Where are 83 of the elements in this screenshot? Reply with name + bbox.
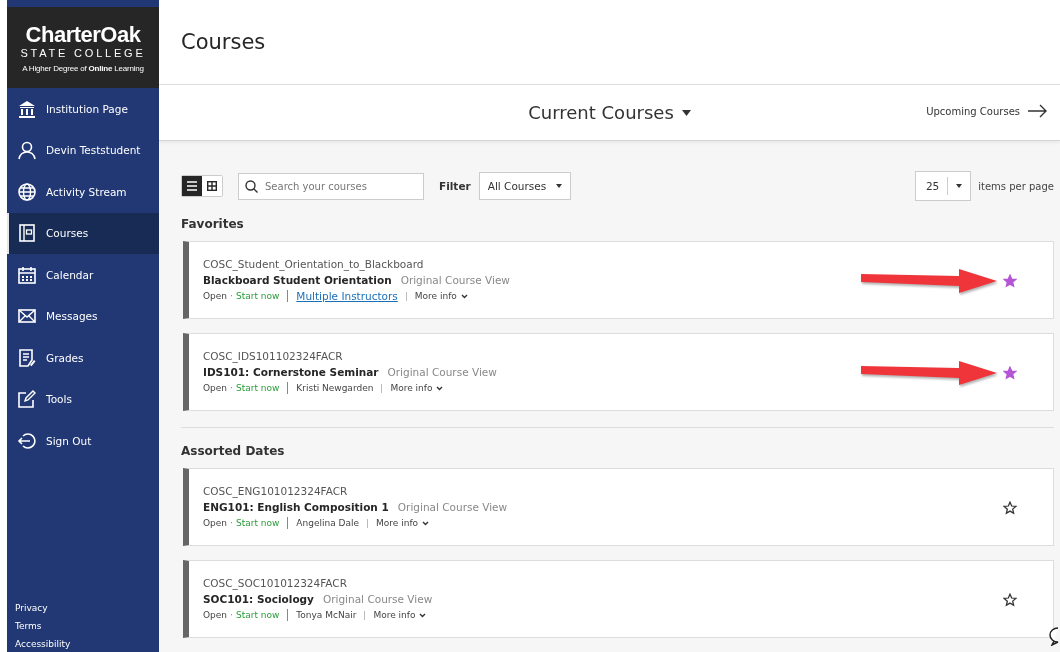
edit-icon [17,389,37,410]
sidebar-item[interactable]: Tools [7,378,159,420]
chevron-down-icon [460,293,468,299]
chevron-down-icon [422,520,430,526]
list-view-icon [187,181,197,191]
course-name: Blackboard Student Orientation [203,274,392,286]
page-title: Courses [181,30,266,55]
view-toggle[interactable] [182,176,202,196]
caret-icon [956,184,963,188]
course-name: IDS101: Cornerstone Seminar [203,366,379,378]
footer-link[interactable]: Terms [15,619,159,634]
favorite-star-icon[interactable] [1003,593,1017,607]
instructor-name: Kristi Newgarden [296,383,374,393]
search-field[interactable]: Search your courses [238,172,424,200]
caret-icon [681,109,691,116]
page-size-dropdown[interactable]: 25 [914,171,972,201]
course-id: COSC_ENG101012324FACR [203,485,349,497]
book-icon [17,223,37,244]
chevron-down-icon [436,385,444,391]
course-view-label: Original Course View [387,366,497,378]
course-view-label: Original Course View [400,274,510,286]
instructor-name: Angelina Dale [296,518,360,528]
start-now-link[interactable]: Start now [235,518,280,528]
course-id: COSC_Student_Orientation_to_Blackboard [203,258,425,270]
start-now-link[interactable]: Start now [235,291,280,301]
calendar-icon [17,264,37,285]
college-logo: CharterOak STATE COLLEGE A Higher Degree of Online Learning [7,7,159,88]
course-name: SOC101: Sociology [203,593,314,605]
chevron-down-icon [419,612,427,618]
globe-icon [17,181,37,202]
favorite-star-icon[interactable] [1003,274,1017,288]
course-name: ENG101: English Composition 1 [203,501,389,513]
course-status: Open [203,518,228,528]
sign-out-icon [17,430,37,451]
separator-dot: · [230,383,233,393]
term-dropdown[interactable]: Current Courses [528,102,691,124]
course-status: Open [203,383,228,393]
sidebar-item[interactable]: Courses [7,212,159,254]
section-heading: Assorted Dates [181,443,286,460]
favorite-star-icon[interactable] [1003,501,1017,515]
instructors-link[interactable]: Multiple Instructors [296,290,398,302]
course-card[interactable]: COSC_Student_Orientation_to_Blackboard Blackboard Student Orientation Original Course View Open · Start now Multiple Instructors More info [183,241,1054,319]
course-status: Open [203,291,228,301]
caret-icon [556,184,563,188]
course-card[interactable]: COSC_IDS101102324FACR IDS101: Cornerstone Seminar Original Course View Open · Start now Kristi Newgarden More info [183,333,1054,411]
start-now-link[interactable]: Start now [235,383,280,393]
sidebar-item[interactable]: Institution Page [7,88,159,130]
sidebar-item[interactable]: Sign Out [7,420,159,462]
course-card[interactable]: COSC_SOC101012324FACR SOC101: Sociology Original Course View Open · Start now Tonya McNair More info [183,560,1054,638]
favorite-star-icon[interactable] [1003,366,1017,380]
course-id: COSC_IDS101102324FACR [203,350,344,362]
footer-link[interactable]: Privacy [15,601,159,616]
arrow-right-icon [1028,104,1048,119]
filter-label: Filter [439,180,471,192]
page-size-label: items per page [978,180,1054,192]
sidebar-item[interactable]: Devin Teststudent [7,129,159,171]
course-status: Open [203,610,228,620]
grid-view-icon [207,181,217,191]
filter-dropdown[interactable]: All Courses [478,172,572,200]
course-view-label: Original Course View [322,593,433,605]
more-info-button[interactable]: More info [373,610,427,620]
course-view-label: Original Course View [397,501,508,513]
separator-dot: · [230,291,233,301]
course-id: COSC_SOC101012324FACR [203,577,348,589]
search-icon [245,179,258,193]
start-now-link[interactable]: Start now [235,610,280,620]
instructor-name: Tonya McNair [296,610,357,620]
upcoming-courses-link[interactable]: Upcoming Courses [920,103,1054,120]
sidebar-item[interactable]: Activity Stream [7,171,159,213]
sidebar-item[interactable]: Grades [7,337,159,379]
separator-dot: · [230,610,233,620]
document-icon [17,347,37,368]
section-heading: Favorites [181,216,245,233]
course-card[interactable]: COSC_ENG101012324FACR ENG101: English Composition 1 Original Course View Open · Start now Angelina Dale More info [183,468,1054,546]
footer-link[interactable]: Accessibility [15,637,159,652]
person-icon [17,140,37,161]
sidebar-item[interactable]: Calendar [7,254,159,296]
more-info-button[interactable]: More info [390,383,444,393]
more-info-button[interactable]: More info [414,291,468,301]
sidebar-item[interactable]: Messages [7,295,159,337]
separator-dot: · [230,518,233,528]
more-info-button[interactable]: More info [376,518,430,528]
bank-icon [17,98,37,119]
